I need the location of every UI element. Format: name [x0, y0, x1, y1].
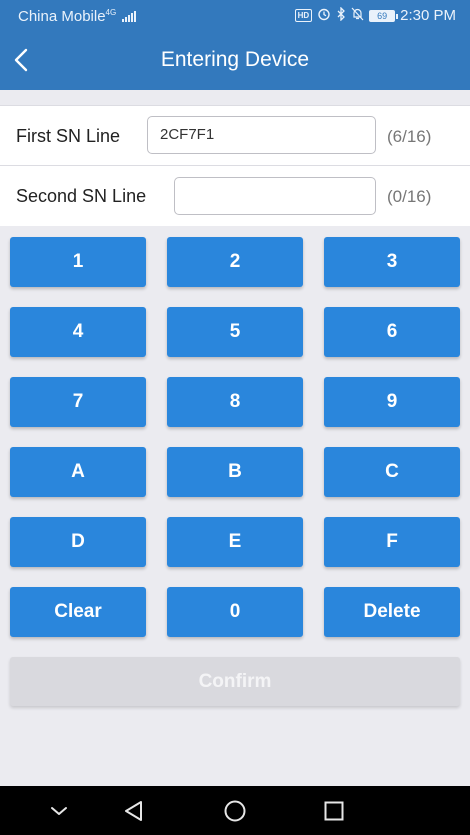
back-triangle-icon: [125, 801, 142, 821]
second-sn-label: Second SN Line: [16, 186, 147, 206]
first-sn-counter: (6/16): [387, 127, 432, 146]
key-0[interactable]: 0: [167, 587, 303, 637]
key-2[interactable]: 2: [167, 237, 303, 287]
signal-icon: [122, 10, 138, 22]
status-icons: HD 69 2:30 PM: [294, 6, 456, 24]
key-d[interactable]: D: [10, 517, 146, 567]
key-a[interactable]: A: [10, 447, 146, 497]
key-9[interactable]: 9: [324, 377, 460, 427]
chevron-down-icon: [51, 807, 67, 815]
key-c[interactable]: C: [324, 447, 460, 497]
key-b[interactable]: B: [167, 447, 303, 497]
key-7[interactable]: 7: [10, 377, 146, 427]
bluetooth-icon: [336, 6, 346, 24]
network-type: 4G: [105, 8, 117, 17]
key-5[interactable]: 5: [167, 307, 303, 357]
nav-back-button[interactable]: [120, 797, 148, 825]
carrier-name: China Mobile4G: [18, 8, 117, 25]
hide-keyboard-button[interactable]: [45, 797, 73, 825]
key-8[interactable]: 8: [167, 377, 303, 427]
alarm-icon: [317, 7, 331, 24]
first-sn-row: First SN Line 2CF7F1 (6/16): [0, 106, 470, 166]
key-3[interactable]: 3: [324, 237, 460, 287]
first-sn-label: First SN Line: [16, 126, 121, 146]
status-bar: China Mobile4G HD 69 2:30 PM: [0, 0, 470, 34]
confirm-button[interactable]: Confirm: [10, 657, 460, 706]
second-sn-input[interactable]: [174, 177, 376, 215]
clear-button[interactable]: Clear: [10, 587, 146, 637]
second-sn-row: Second SN Line (0/16): [0, 166, 470, 226]
page-title: Entering Device: [160, 48, 310, 71]
sn-form: First SN Line 2CF7F1 (6/16) Second SN Li…: [0, 105, 470, 226]
nav-home-button[interactable]: [221, 797, 249, 825]
battery-icon: 69: [369, 9, 399, 22]
home-circle-icon: [224, 800, 246, 822]
clock: 2:30 PM: [400, 7, 456, 24]
key-e[interactable]: E: [167, 517, 303, 567]
recents-square-icon: [324, 801, 344, 821]
second-sn-counter: (0/16): [387, 187, 432, 206]
nav-recents-button[interactable]: [320, 797, 348, 825]
hd-icon: HD: [294, 9, 313, 22]
delete-button[interactable]: Delete: [324, 587, 460, 637]
key-6[interactable]: 6: [324, 307, 460, 357]
system-nav-bar: [0, 786, 470, 835]
mute-bell-icon: [351, 7, 364, 24]
first-sn-input[interactable]: 2CF7F1: [147, 116, 376, 154]
app-header: China Mobile4G HD 69 2:30 PM Entering De…: [0, 0, 470, 90]
key-4[interactable]: 4: [10, 307, 146, 357]
key-1[interactable]: 1: [10, 237, 146, 287]
key-f[interactable]: F: [324, 517, 460, 567]
